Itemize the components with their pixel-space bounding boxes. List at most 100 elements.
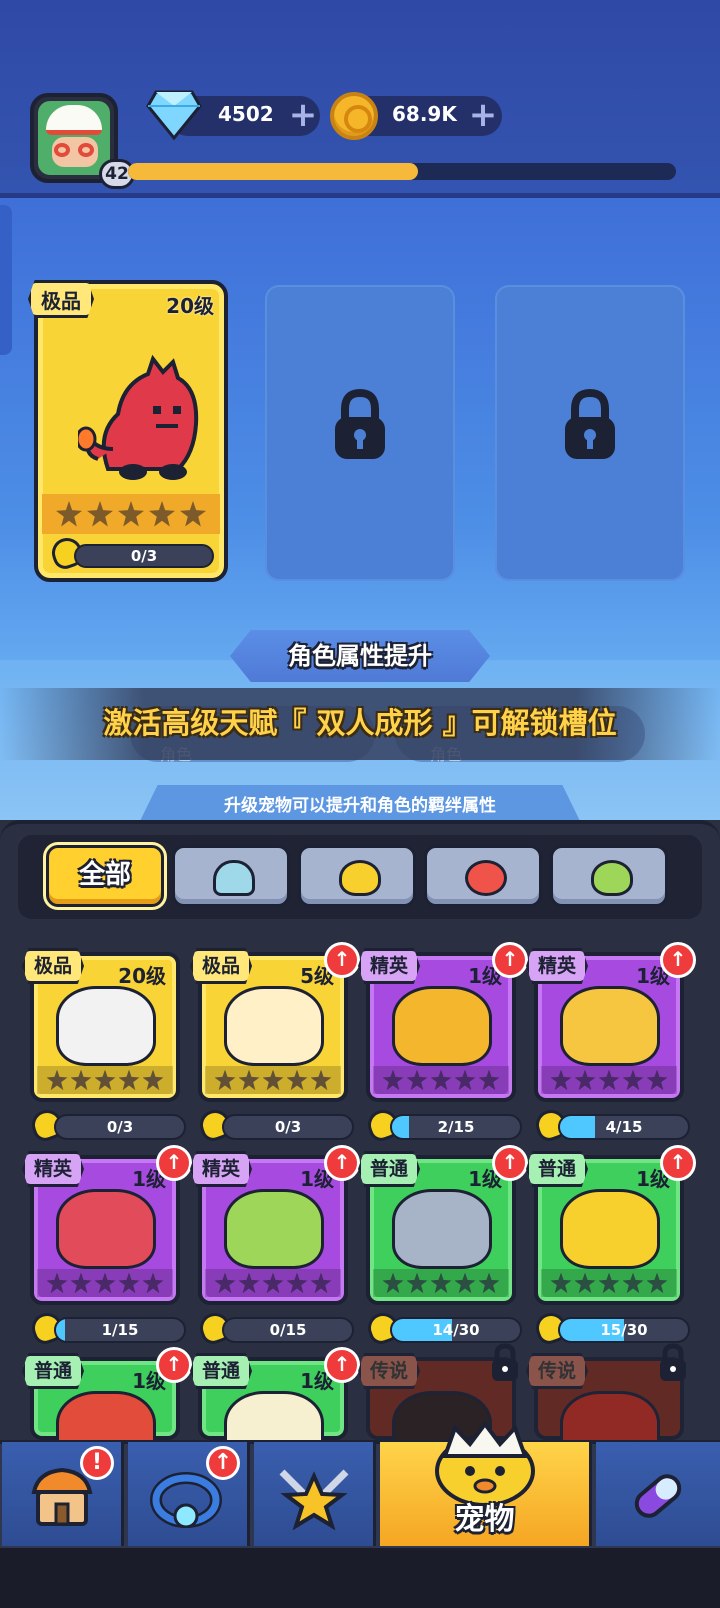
gear-upgrade-badge: ↑ xyxy=(206,1446,240,1480)
upgrade-arrow-icon: ↑ xyxy=(156,1347,192,1383)
shard-progress-bar: 14/30 xyxy=(390,1317,522,1343)
pet-card[interactable]: 极品 20级 xyxy=(22,948,180,1102)
shard-progress-text: 1/15 xyxy=(101,1321,139,1339)
star-icon xyxy=(118,1272,140,1294)
gem-amount: 4502 xyxy=(218,102,274,126)
shard-progress-bar: 1/15 xyxy=(54,1317,186,1343)
star-rating xyxy=(373,1269,509,1297)
shard-progress-text: 0/3 xyxy=(106,1118,134,1136)
filter-all-label: 全部 xyxy=(78,860,131,890)
nav-weapons-button[interactable] xyxy=(254,1442,376,1546)
star-icon xyxy=(238,1272,260,1294)
star-weapons-icon xyxy=(279,1469,349,1530)
star-icon xyxy=(262,1069,284,1091)
add-gems-button[interactable]: + xyxy=(286,98,320,134)
upgrade-arrow-icon: ↑ xyxy=(492,1145,528,1181)
pet-portrait xyxy=(560,986,660,1066)
star-icon xyxy=(454,1272,476,1294)
rarity-tag: 极品 xyxy=(22,948,85,984)
pet-card[interactable]: 精英 1级 xyxy=(22,1151,180,1305)
pet-portrait xyxy=(392,986,492,1066)
lock-icon xyxy=(335,389,385,459)
star-icon xyxy=(550,1272,572,1294)
equipped-pet-slot-1[interactable]: 极品 20级 0/3 xyxy=(28,280,228,582)
attribute-boost-label: 角色属性提升 xyxy=(288,642,432,670)
star-icon xyxy=(598,1272,620,1294)
add-coins-button[interactable]: + xyxy=(466,98,500,134)
star-icon xyxy=(142,1069,164,1091)
star-icon xyxy=(574,1069,596,1091)
upgrade-arrow-icon: ↑ xyxy=(492,942,528,978)
shard-progress-bar: 4/15 xyxy=(558,1114,690,1140)
shop-alert-badge: ! xyxy=(80,1446,114,1480)
upgrade-arrow-icon: ↑ xyxy=(660,942,696,978)
star-icon xyxy=(286,1069,308,1091)
attribute-boost-tab[interactable]: 角色属性提升 xyxy=(230,630,490,682)
shard-progress-bar: 15/30 xyxy=(558,1317,690,1343)
system-bar xyxy=(0,1548,720,1608)
star-rating xyxy=(541,1269,677,1297)
capsule-icon xyxy=(634,1474,682,1518)
pet-card[interactable]: 普通 1级 xyxy=(526,1151,684,1305)
upgrade-arrow-icon: ↑ xyxy=(660,1145,696,1181)
star-icon xyxy=(70,1069,92,1091)
nav-pet-button[interactable]: 宠物 xyxy=(380,1420,592,1546)
star-icon xyxy=(310,1069,332,1091)
chick-icon xyxy=(339,860,381,896)
star-icon xyxy=(454,1069,476,1091)
nav-capsule-button[interactable] xyxy=(596,1442,720,1546)
pet-card[interactable]: 精英 1级 xyxy=(190,1151,348,1305)
padlock-icon xyxy=(660,1343,686,1381)
shard-progress-text: 0/3 xyxy=(274,1118,302,1136)
star-rating xyxy=(373,1066,509,1094)
xp-progress-bar xyxy=(128,163,676,180)
upgrade-arrow-icon: ↑ xyxy=(324,1145,360,1181)
pet-card[interactable]: 精英 1级 xyxy=(526,948,684,1102)
star-icon xyxy=(214,1272,236,1294)
star-icon xyxy=(550,1069,572,1091)
shard-progress-text: 4/15 xyxy=(605,1118,643,1136)
xp-progress-fill xyxy=(128,163,419,180)
star-icon xyxy=(310,1272,332,1294)
star-icon xyxy=(406,1069,428,1091)
star-icon xyxy=(622,1069,644,1091)
rarity-tag: 极品 xyxy=(190,948,253,984)
star-icon xyxy=(46,1272,68,1294)
rarity-tag: 传说 xyxy=(526,1353,589,1389)
filter-fish-tab[interactable] xyxy=(424,845,542,907)
pet-level: 20级 xyxy=(166,294,214,318)
star-icon xyxy=(382,1069,404,1091)
star-icon xyxy=(646,1272,668,1294)
filter-chick-tab[interactable] xyxy=(298,845,416,907)
star-icon xyxy=(238,1069,260,1091)
padlock-icon xyxy=(492,1343,518,1381)
filter-robot-tab[interactable] xyxy=(172,845,290,907)
pet-card[interactable]: 精英 1级 xyxy=(358,948,516,1102)
shard-progress-text: 15/30 xyxy=(600,1321,648,1339)
avatar-image xyxy=(38,101,110,175)
pet-card[interactable]: 普通 1级 xyxy=(358,1151,516,1305)
star-rating xyxy=(541,1066,677,1094)
side-tab[interactable] xyxy=(0,205,12,355)
locked-slot-3[interactable] xyxy=(495,285,685,581)
filter-plant-tab[interactable] xyxy=(550,845,668,907)
chick-pet-icon xyxy=(435,1420,535,1506)
star-icon xyxy=(142,1272,164,1294)
shard-progress-bar: 0/3 xyxy=(222,1114,354,1140)
star-rating xyxy=(205,1269,341,1297)
fish-icon xyxy=(465,860,507,896)
pet-portrait xyxy=(56,1189,156,1269)
filter-all-tab[interactable]: 全部 xyxy=(46,845,164,907)
upgrade-arrow-icon: ↑ xyxy=(324,942,360,978)
pet-card[interactable]: 极品 5级 xyxy=(190,948,348,1102)
shard-progress-bar: 0/15 xyxy=(222,1317,354,1343)
star-icon xyxy=(286,1272,308,1294)
robot-icon xyxy=(213,860,255,896)
star-icon xyxy=(574,1272,596,1294)
star-icon xyxy=(478,1272,500,1294)
locked-slot-2[interactable] xyxy=(265,285,455,581)
star-rating xyxy=(42,494,220,534)
star-rating xyxy=(205,1066,341,1094)
star-icon xyxy=(94,1272,116,1294)
rarity-tag: 普通 xyxy=(358,1151,421,1187)
